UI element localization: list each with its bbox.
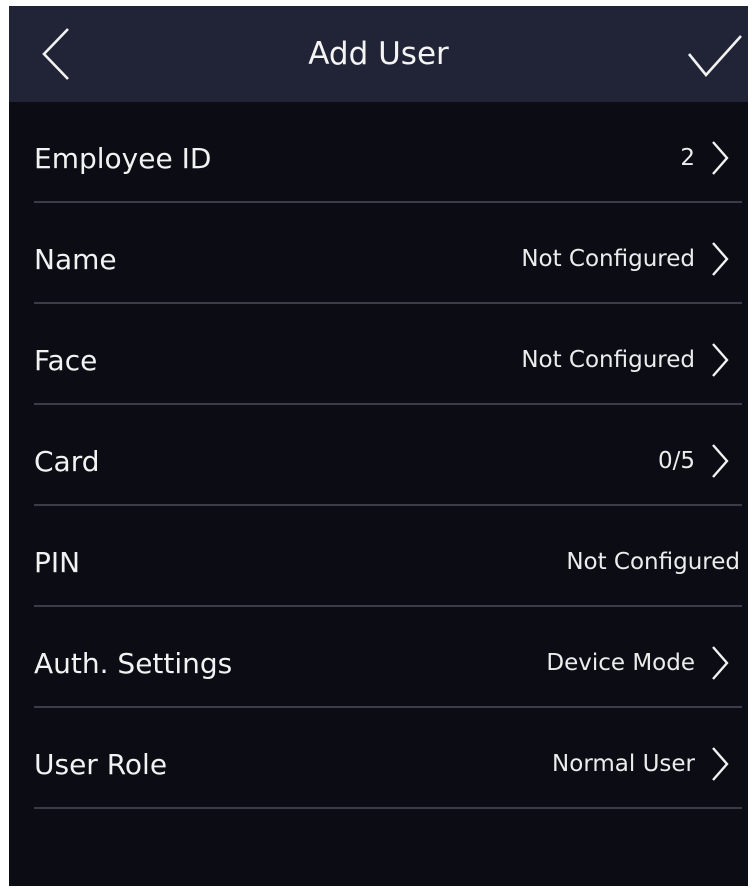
back-button[interactable] <box>31 24 81 84</box>
row-name[interactable]: Name Not Configured <box>9 203 748 304</box>
row-auth-settings[interactable]: Auth. Settings Device Mode <box>9 607 748 708</box>
row-pin[interactable]: PIN Not Configured <box>9 506 748 607</box>
card-value: 0/5 <box>657 448 695 474</box>
chevron-right-icon <box>712 747 729 781</box>
add-user-screen: Add User Employee ID 2 Name Not Configur… <box>9 6 748 886</box>
chevron-left-icon <box>42 28 69 80</box>
chevron-right-icon <box>712 646 729 680</box>
chevron-right-icon <box>712 141 729 175</box>
chevron-right-icon <box>712 242 729 276</box>
chevron-right-icon <box>712 343 729 377</box>
chevron-right-icon <box>712 444 729 478</box>
divider <box>34 807 742 809</box>
face-label: Face <box>34 344 98 377</box>
row-face[interactable]: Face Not Configured <box>9 304 748 405</box>
employee-id-label: Employee ID <box>34 142 212 175</box>
employee-id-value: 2 <box>680 145 695 171</box>
name-label: Name <box>34 243 117 276</box>
auth-settings-label: Auth. Settings <box>34 647 233 680</box>
page-title: Add User <box>308 36 449 72</box>
pin-value: Not Configured <box>566 549 740 575</box>
name-value: Not Configured <box>521 246 695 272</box>
row-user-role[interactable]: User Role Normal User <box>9 708 748 809</box>
user-role-label: User Role <box>34 748 168 781</box>
row-employee-id[interactable]: Employee ID 2 <box>9 102 748 203</box>
auth-settings-value: Device Mode <box>546 650 695 676</box>
pin-label: PIN <box>34 546 81 579</box>
checkmark-icon <box>687 35 742 78</box>
card-label: Card <box>34 445 100 478</box>
user-field-list: Employee ID 2 Name Not Configured Face N… <box>9 102 748 809</box>
user-role-value: Normal User <box>552 751 695 777</box>
face-value: Not Configured <box>521 347 695 373</box>
row-card[interactable]: Card 0/5 <box>9 405 748 506</box>
title-bar: Add User <box>9 6 748 102</box>
confirm-button[interactable] <box>684 28 746 84</box>
